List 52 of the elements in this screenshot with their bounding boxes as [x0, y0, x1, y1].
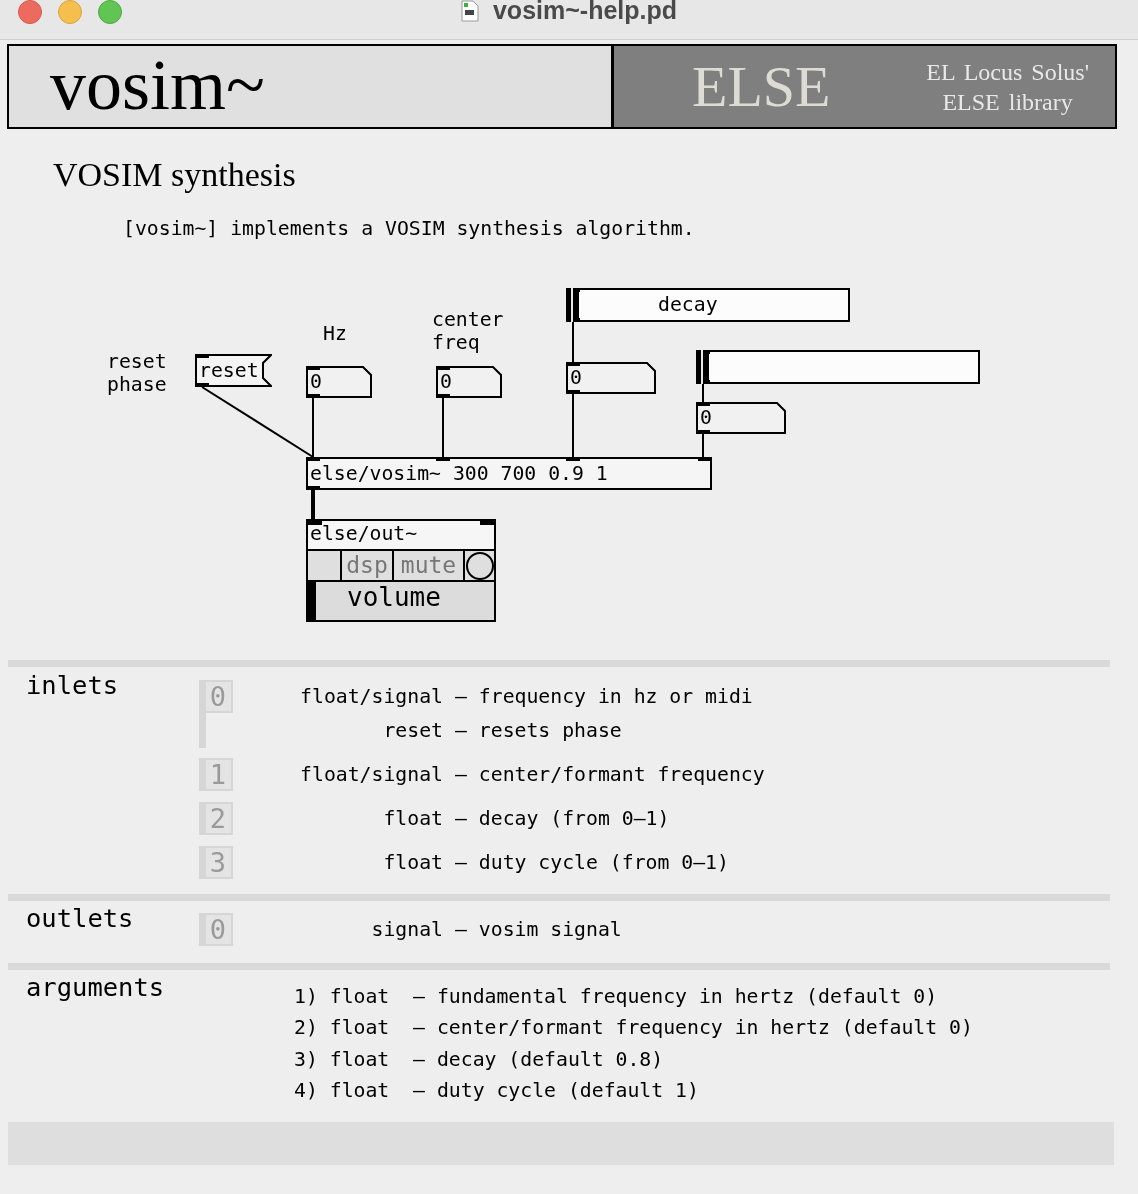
inlet-number: 2: [199, 802, 233, 835]
inlet-type: reset: [382, 718, 443, 744]
number-box[interactable]: 0: [696, 402, 786, 434]
credit-text: ELSE library: [941, 87, 1074, 117]
inlet-description: – duty cycle (from 0–1): [455, 850, 729, 876]
credit-text: EL Locus Solus': [926, 57, 1089, 87]
slider-thumb[interactable]: [308, 582, 316, 620]
horizontal-slider[interactable]: [696, 350, 980, 384]
inlet-description: – decay (from 0–1): [455, 806, 670, 832]
volume-slider[interactable]: volume: [308, 582, 494, 620]
argument-text: 1) float – fundamental frequency in hertz (default 0): [294, 984, 939, 1010]
file-icon: [460, 0, 479, 22]
inlet-description: – resets phase: [455, 718, 622, 744]
header-title: vosim~: [7, 44, 613, 129]
horizontal-slider[interactable]: decay: [566, 288, 850, 322]
window-title: vosim~-help.pd: [492, 0, 678, 23]
module-title: else/out~: [308, 521, 494, 551]
inlet-number: 1: [199, 758, 233, 791]
inlet-number: 0: [199, 680, 233, 713]
object-box: else/vosim~ 300 700 0.9 1: [306, 457, 712, 490]
outlet-type: signal: [370, 917, 443, 943]
argument-text: 3) float – decay (default 0.8): [294, 1046, 665, 1073]
maximize-button[interactable]: [98, 0, 122, 24]
number-box[interactable]: 0: [436, 366, 502, 398]
number-box[interactable]: 0: [566, 362, 656, 394]
outlet-description: – vosim signal: [455, 917, 622, 943]
argument-text: 4) float – duty cycle (default 1): [294, 1077, 700, 1104]
section-title: inlets: [25, 669, 120, 702]
inlet-type: float/signal: [299, 762, 443, 788]
page-heading: VOSIM synthesis: [53, 155, 297, 195]
outlet-number: 0: [199, 913, 233, 946]
inlet-type: float/signal: [299, 684, 443, 710]
message-box[interactable]: reset: [195, 354, 272, 387]
section-title: outlets: [25, 902, 135, 935]
comment-text: center freq: [432, 308, 504, 354]
bracket-bar: [199, 713, 206, 748]
section-title: arguments: [25, 971, 166, 1004]
number-box[interactable]: 0: [306, 366, 372, 398]
inlet-number: 3: [199, 846, 233, 879]
comment-text: reset phase: [107, 350, 167, 396]
argument-text: 2) float – center/formant frequency in hertz (default 0): [294, 1015, 973, 1042]
comment-text: Hz: [323, 322, 347, 345]
slider-thumb[interactable]: [567, 288, 579, 322]
minimize-button[interactable]: [58, 0, 82, 24]
inlet-description: – center/formant frequency: [455, 762, 765, 788]
inlet-type: float: [382, 806, 443, 832]
description-text: [vosim~] implements a VOSIM synthesis algorithm.: [123, 217, 696, 241]
slider-thumb[interactable]: [697, 350, 709, 384]
close-button[interactable]: [18, 0, 42, 24]
library-name: ELSE: [692, 56, 831, 117]
inlet-description: – frequency in hz or midi: [455, 684, 753, 710]
inlet-type: float: [382, 850, 443, 876]
